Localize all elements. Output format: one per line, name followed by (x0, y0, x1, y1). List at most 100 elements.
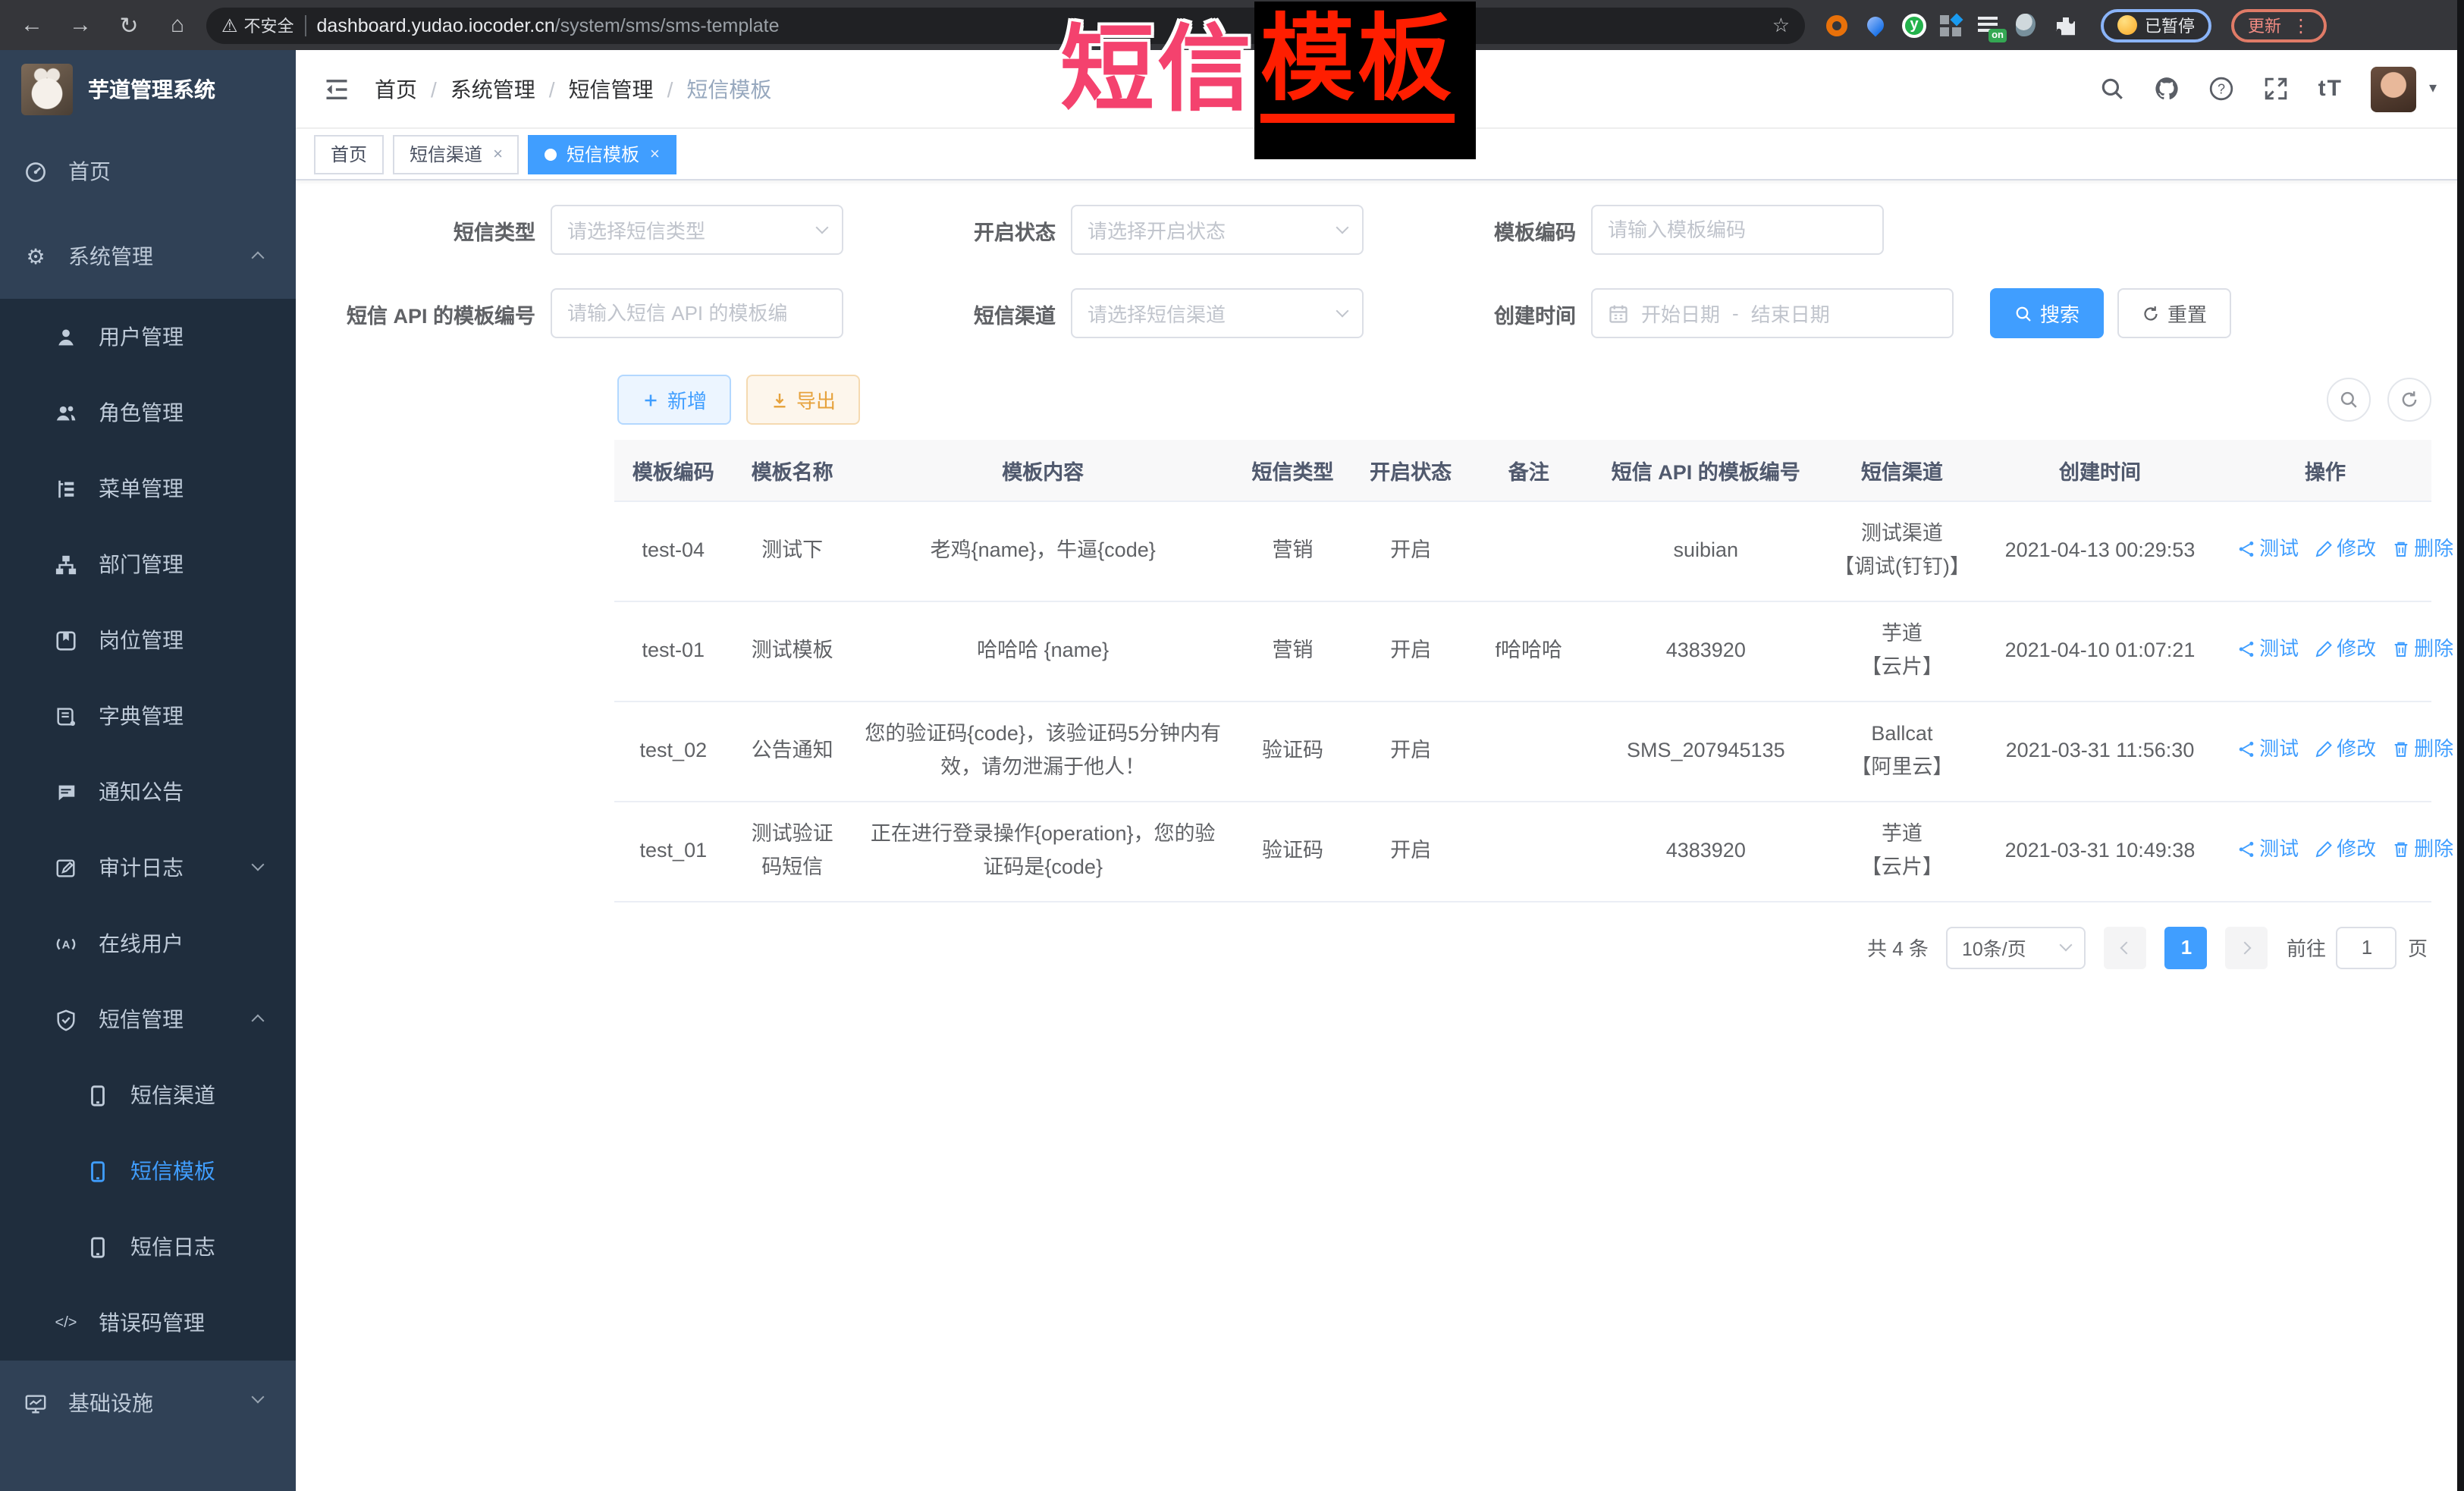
sidebar-item-notices[interactable]: 通知公告 (0, 754, 296, 830)
sidebar-item-sms[interactable]: 短信管理 (0, 981, 296, 1057)
total-count: 共 4 条 (1867, 933, 1929, 962)
date-separator: - (1732, 302, 1739, 325)
sidebar-item-home[interactable]: 首页 (0, 129, 296, 214)
cell-template-code: test-01 (614, 601, 733, 701)
template-code-input[interactable] (1591, 205, 1884, 255)
current-page-button[interactable]: 1 (2165, 926, 2208, 968)
edit-link[interactable]: 修改 (2314, 733, 2376, 765)
browser-reload-icon[interactable]: ↻ (109, 5, 149, 45)
add-button[interactable]: 新增 (617, 375, 731, 425)
font-size-icon[interactable]: tT (2318, 76, 2343, 102)
sidebar-item-dicts[interactable]: 字典管理 (0, 678, 296, 754)
toggle-search-button[interactable] (2326, 378, 2370, 422)
menu-fold-icon[interactable] (323, 75, 350, 102)
sidebar-item-audit-log[interactable]: 审计日志 (0, 830, 296, 906)
date-range-picker[interactable]: 开始日期 - 结束日期 (1591, 288, 1954, 338)
bookmark-star-icon[interactable]: ☆ (1772, 13, 1790, 37)
sidebar-item-error-codes[interactable]: </>错误码管理 (0, 1285, 296, 1361)
chevron-down-icon (252, 859, 265, 871)
tab-sms-template[interactable]: 短信模板× (529, 134, 676, 174)
cell-status: 开启 (1351, 601, 1470, 701)
prev-page-button[interactable] (2105, 926, 2147, 968)
template-code-field[interactable] (1608, 218, 1867, 241)
breadcrumb-item[interactable]: 首页 (375, 74, 417, 104)
close-icon[interactable]: × (650, 145, 660, 163)
sidebar-item-departments[interactable]: 部门管理 (0, 526, 296, 602)
delete-link[interactable]: 删除 (2391, 632, 2453, 665)
help-icon[interactable] (2209, 76, 2235, 102)
edit-link[interactable]: 修改 (2314, 532, 2376, 565)
status-select[interactable]: 请选择开启状态 (1071, 205, 1364, 255)
chrome-update-button[interactable]: 更新 ⋮ (2231, 8, 2327, 42)
breadcrumb-item[interactable]: 短信管理 (569, 74, 654, 104)
test-link[interactable]: 测试 (2236, 733, 2299, 765)
edit-link[interactable]: 修改 (2314, 632, 2376, 665)
more-menu-icon[interactable]: ⋮ (2292, 14, 2310, 36)
extension-list-icon[interactable]: on (1978, 13, 2002, 37)
goto-page-input[interactable] (2337, 926, 2397, 968)
caret-down-icon[interactable]: ▾ (2429, 80, 2437, 97)
sidebar-item-online-users[interactable]: 在线用户 (0, 906, 296, 981)
channel-name: 芋道 (1833, 817, 1971, 851)
extension-pin-icon[interactable] (1864, 13, 1888, 37)
export-button[interactable]: 导出 (746, 375, 860, 425)
sidebar-item-sms-channel[interactable]: 短信渠道 (0, 1057, 296, 1133)
edit-link[interactable]: 修改 (2314, 833, 2376, 865)
browser-back-icon[interactable]: ← (12, 5, 52, 45)
github-icon[interactable] (2155, 76, 2180, 102)
sidebar-item-roles[interactable]: 角色管理 (0, 375, 296, 450)
sidebar: 芋道管理系统 首页 ⚙系统管理 用户管理 角色管理 菜单管理 部门管理 岗位管理… (0, 50, 296, 1491)
extension-y-icon[interactable]: y (1902, 13, 1926, 37)
refresh-table-button[interactable] (2387, 378, 2431, 422)
user-avatar[interactable] (2371, 66, 2417, 111)
api-template-field[interactable] (567, 302, 827, 325)
not-secure-indicator[interactable]: ⚠ 不安全 (221, 13, 294, 37)
select-placeholder: 请选择开启状态 (1088, 215, 1226, 244)
address-bar[interactable]: ⚠ 不安全 dashboard.yudao.iocoder.cn/system/… (206, 7, 1805, 43)
next-page-button[interactable] (2226, 926, 2268, 968)
breadcrumb-item[interactable]: 系统管理 (450, 74, 535, 104)
cell-channel: Ballcat【阿里云】 (1824, 701, 1980, 801)
profile-paused-button[interactable]: 已暂停 (2101, 8, 2211, 42)
delete-link[interactable]: 删除 (2391, 833, 2453, 865)
cell-operations: 测试修改删除 (2220, 501, 2431, 601)
column-header: 短信渠道 (1824, 440, 1980, 501)
sidebar-item-menus[interactable]: 菜单管理 (0, 450, 296, 526)
search-button[interactable]: 搜索 (1990, 288, 2104, 338)
extensions-puzzle-icon[interactable] (2054, 13, 2078, 37)
fullscreen-icon[interactable] (2264, 76, 2290, 102)
browser-forward-icon[interactable]: → (61, 5, 100, 45)
delete-link[interactable]: 删除 (2391, 532, 2453, 565)
select-placeholder: 请选择短信类型 (567, 215, 705, 244)
sms-type-select[interactable]: 请选择短信类型 (551, 205, 843, 255)
search-icon[interactable] (2100, 76, 2126, 102)
sidebar-item-sms-template[interactable]: 短信模板 (0, 1133, 296, 1209)
tab-home[interactable]: 首页 (314, 134, 384, 174)
sidebar-item-posts[interactable]: 岗位管理 (0, 602, 296, 678)
column-header: 模板内容 (852, 440, 1234, 501)
delete-link[interactable]: 删除 (2391, 733, 2453, 765)
reset-button[interactable]: 重置 (2117, 288, 2231, 338)
api-template-input[interactable] (551, 288, 843, 338)
table-header-row: 模板编码 模板名称 模板内容 短信类型 开启状态 备注 短信 API 的模板编号… (614, 440, 2431, 501)
channel-select[interactable]: 请选择短信渠道 (1071, 288, 1364, 338)
close-icon[interactable]: × (493, 145, 503, 163)
sidebar-item-system[interactable]: ⚙系统管理 (0, 214, 296, 299)
extension-donut-icon[interactable] (1826, 13, 1850, 37)
page-size-select[interactable]: 10条/页 (1947, 926, 2086, 968)
divider (305, 14, 306, 36)
page-url[interactable]: dashboard.yudao.iocoder.cn/system/sms/sm… (317, 14, 1762, 36)
tab-sms-channel[interactable]: 短信渠道× (393, 134, 519, 174)
test-link[interactable]: 测试 (2236, 532, 2299, 565)
window-edge (2457, 0, 2464, 1491)
browser-home-icon[interactable]: ⌂ (158, 5, 197, 45)
test-link[interactable]: 测试 (2236, 632, 2299, 665)
extension-grid-icon[interactable] (1940, 13, 1964, 37)
extensions-area: y on 已暂停 更新 ⋮ (1826, 8, 2327, 42)
sidebar-item-infrastructure[interactable]: 基础设施 (0, 1361, 296, 1445)
extension-tadpole-icon[interactable] (2016, 13, 2040, 37)
sidebar-item-sms-log[interactable]: 短信日志 (0, 1209, 296, 1285)
test-link[interactable]: 测试 (2236, 833, 2299, 865)
sidebar-item-users[interactable]: 用户管理 (0, 299, 296, 375)
update-label: 更新 (2248, 13, 2281, 37)
